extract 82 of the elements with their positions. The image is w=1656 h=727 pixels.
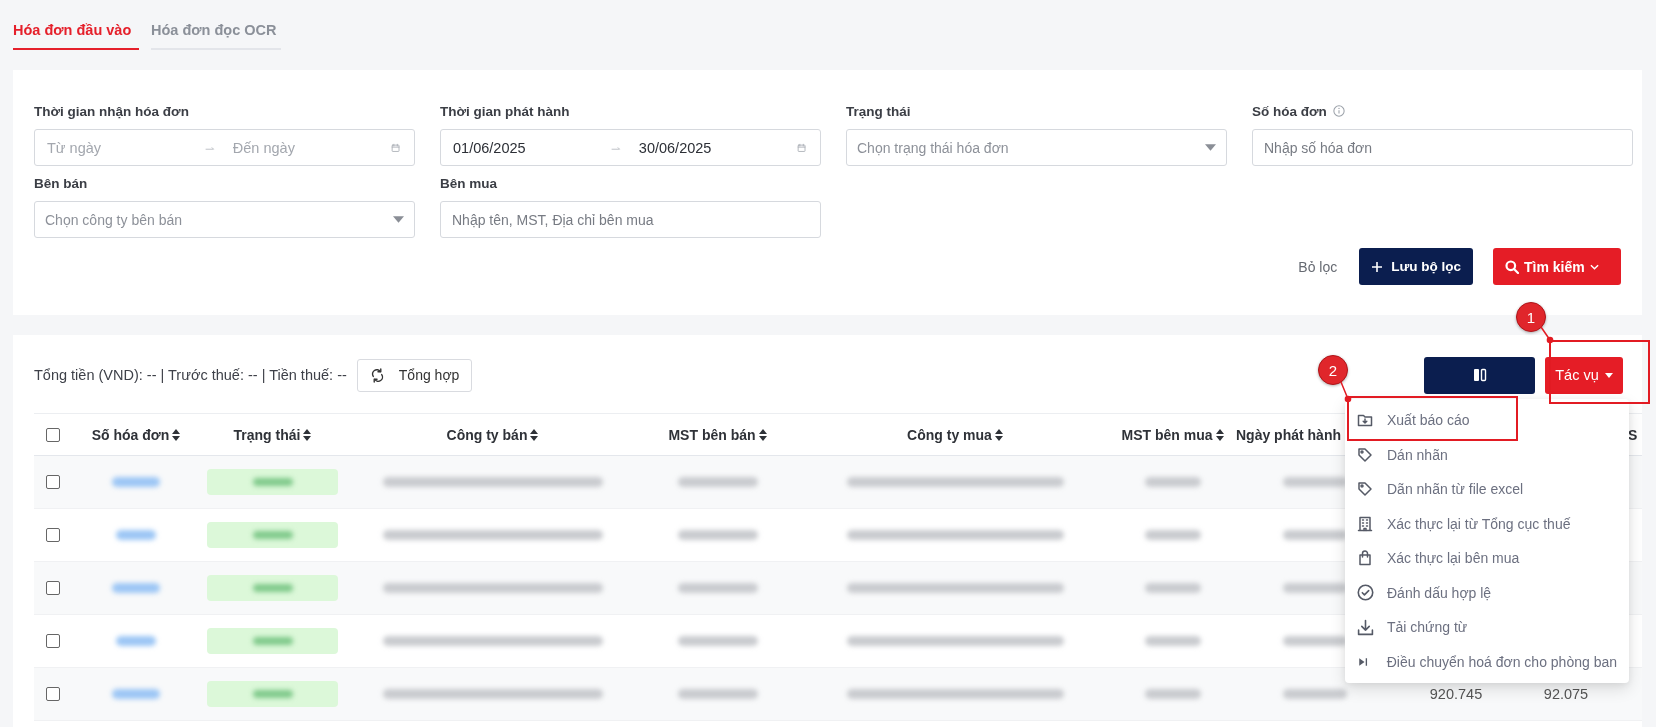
date-range-field[interactable]: 01/06/2025 30/06/2025 <box>440 129 821 166</box>
tag-icon <box>1357 446 1373 463</box>
dropdown[interactable]: Chọn công ty bên bán <box>34 201 415 238</box>
date-input[interactable]: 30/06/2025 <box>636 138 797 157</box>
date-input[interactable]: Từ ngày <box>45 138 205 157</box>
checkbox[interactable] <box>46 528 60 542</box>
blurred-text <box>112 477 160 487</box>
blurred-text <box>112 583 160 593</box>
blurred-text <box>1283 689 1347 699</box>
menu-item[interactable]: Xác thực lại bên mua <box>1345 541 1629 576</box>
column-header[interactable]: Công ty mua <box>907 426 1003 443</box>
date-range-field[interactable]: Từ ngày Đến ngày <box>34 129 415 166</box>
blurred-text <box>1144 477 1201 487</box>
columns-icon <box>1471 367 1488 383</box>
field-label: Trạng thái <box>846 103 911 119</box>
field-label: Thời gian nhận hóa đơn <box>34 103 189 119</box>
checkbox[interactable] <box>46 687 60 701</box>
search-icon <box>1505 259 1519 274</box>
blurred-text <box>1144 689 1201 699</box>
menu-item[interactable]: Tải chứng từ <box>1345 610 1629 645</box>
table-cell: 92.075 <box>1543 686 1589 702</box>
blurred-text <box>112 689 160 699</box>
checkbox[interactable] <box>46 634 60 648</box>
caret-icon <box>1205 144 1216 151</box>
column-header[interactable]: Trạng thái <box>233 426 312 443</box>
input-field[interactable]: Nhập tên, MST, Địa chỉ bên mua <box>440 201 821 238</box>
column-header[interactable]: MST bên mua <box>1121 426 1224 443</box>
input-field[interactable]: Nhập số hóa đơn <box>1252 129 1633 166</box>
date-input[interactable]: Đến ngày <box>230 138 391 157</box>
checkbox[interactable] <box>46 475 60 489</box>
folder-download-icon <box>1357 412 1373 429</box>
column-toggle-button[interactable] <box>1424 356 1535 394</box>
actions-button[interactable]: Tác vụ <box>1545 356 1623 394</box>
building-icon <box>1357 515 1373 532</box>
menu-item[interactable]: Dán nhãn <box>1345 437 1629 472</box>
checkbox[interactable] <box>46 427 60 442</box>
caret-icon <box>1604 372 1613 378</box>
save-filter-button[interactable]: Lưu bộ lọc <box>1359 248 1473 285</box>
totals-text: Tổng tiền (VND): -- | Trước thuế: -- | Tiền thuế: -- <box>34 367 347 383</box>
chevron-down-icon <box>1589 263 1599 270</box>
field-label: Thời gian phát hành <box>440 103 570 119</box>
menu-item[interactable]: Điều chuyển hoá đơn cho phòng ban <box>1345 644 1629 679</box>
field-label: Bên mua <box>440 175 497 191</box>
tab[interactable]: Hóa đơn đọc OCR <box>151 18 281 50</box>
column-header[interactable]: Số hóa đơn <box>91 426 181 443</box>
leader-line <box>1540 326 1554 344</box>
menu-item[interactable]: Dãn nhãn từ file excel <box>1345 472 1629 507</box>
blurred-text <box>1144 636 1201 646</box>
column-header[interactable]: S <box>1628 426 1638 443</box>
column-header[interactable]: Công ty bán <box>446 426 539 443</box>
caret-icon <box>393 216 404 223</box>
bag-icon <box>1357 550 1373 567</box>
tag-icon <box>1357 481 1373 498</box>
field-label: Số hóa đơn <box>1252 103 1327 119</box>
plus-icon <box>1371 260 1384 273</box>
leader-line <box>1340 381 1352 403</box>
menu-item[interactable]: Xác thực lại từ Tổng cục thuế <box>1345 506 1629 541</box>
blurred-text <box>1144 583 1201 593</box>
refresh-icon <box>369 367 385 383</box>
skip-icon <box>1357 655 1369 668</box>
menu-item[interactable]: Đánh dấu hợp lệ <box>1345 575 1629 610</box>
clear-filter-button[interactable]: Bỏ lọc <box>1296 248 1340 285</box>
dropdown[interactable]: Chọn trạng thái hóa đơn <box>846 129 1227 166</box>
date-input[interactable]: 01/06/2025 <box>451 138 611 157</box>
summarize-button[interactable]: Tổng hợp <box>356 358 473 392</box>
blurred-text <box>1283 636 1347 646</box>
download-icon <box>1357 618 1374 636</box>
search-button[interactable]: Tìm kiếm <box>1493 248 1621 285</box>
field-label: Bên bán <box>34 175 88 191</box>
column-header[interactable]: Ngày phát hành <box>1236 426 1341 443</box>
column-header[interactable]: MST bên bán <box>668 426 767 443</box>
check-circle-icon <box>1357 584 1374 602</box>
table-cell: 920.745 <box>1429 686 1483 702</box>
menu-item[interactable]: Xuất báo cáo <box>1345 403 1629 438</box>
blurred-text <box>1144 530 1201 540</box>
blurred-text <box>116 636 156 646</box>
blurred-text <box>116 530 156 540</box>
blurred-text <box>1283 530 1347 540</box>
tab[interactable]: Hóa đơn đầu vào <box>13 18 139 50</box>
checkbox[interactable] <box>46 581 60 595</box>
blurred-text <box>1283 583 1347 593</box>
blurred-text <box>1283 477 1347 487</box>
